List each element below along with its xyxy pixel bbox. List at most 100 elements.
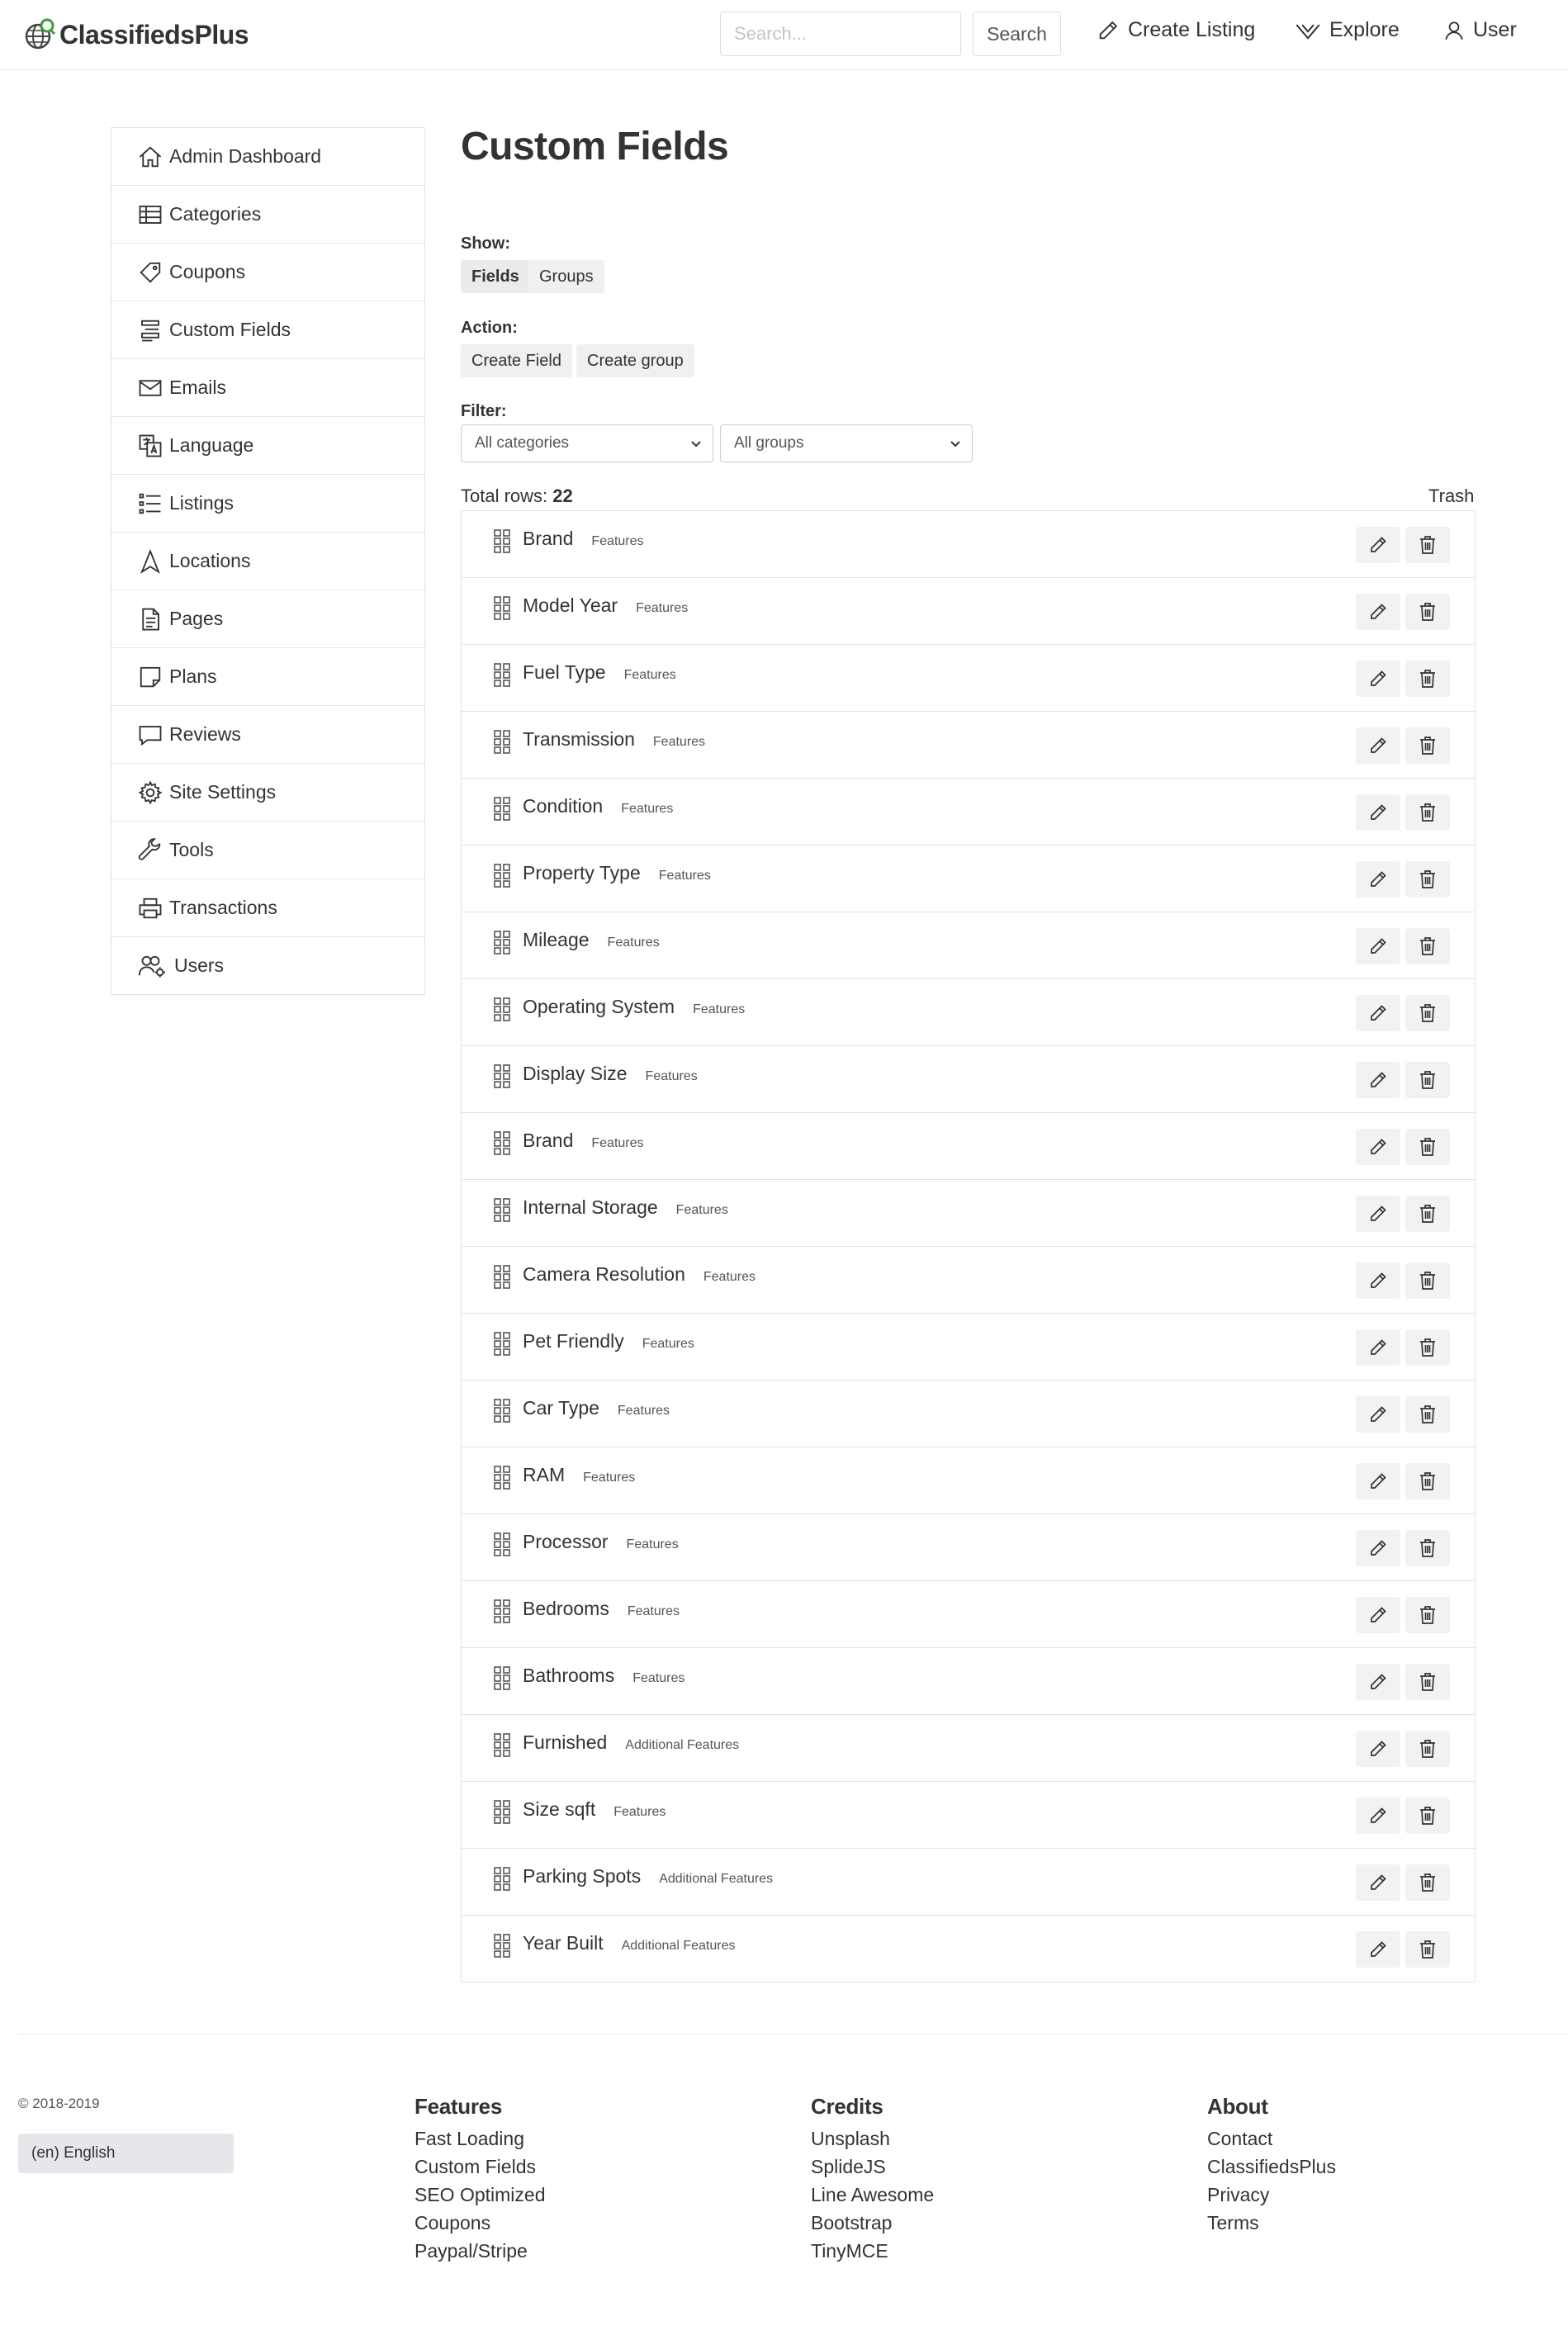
- footer-link[interactable]: Terms: [1207, 2209, 1336, 2237]
- create-group-button[interactable]: Create group: [576, 344, 694, 377]
- drag-handle-icon[interactable]: [493, 997, 511, 1021]
- sidebar-item-transactions[interactable]: Transactions: [111, 879, 424, 937]
- delete-field-button[interactable]: [1405, 1129, 1450, 1165]
- drag-handle-icon[interactable]: [493, 1732, 511, 1757]
- footer-link[interactable]: Line Awesome: [811, 2181, 934, 2209]
- sidebar-item-tools[interactable]: Tools: [111, 822, 424, 879]
- drag-handle-icon[interactable]: [493, 1465, 511, 1490]
- show-groups-tab[interactable]: Groups: [528, 260, 604, 293]
- drag-handle-icon[interactable]: [493, 930, 511, 954]
- sidebar-item-reviews[interactable]: Reviews: [111, 706, 424, 764]
- show-fields-tab[interactable]: Fields: [461, 260, 530, 293]
- sidebar-item-admin-dashboard[interactable]: Admin Dashboard: [111, 128, 424, 186]
- footer-link[interactable]: Fast Loading: [415, 2124, 546, 2153]
- sidebar-item-emails[interactable]: Emails: [111, 359, 424, 417]
- delete-field-button[interactable]: [1405, 727, 1450, 764]
- sidebar-item-users[interactable]: Users: [111, 937, 424, 994]
- edit-field-button[interactable]: [1356, 1597, 1400, 1633]
- sidebar-item-listings[interactable]: Listings: [111, 475, 424, 533]
- delete-field-button[interactable]: [1405, 1798, 1450, 1834]
- drag-handle-icon[interactable]: [493, 1933, 511, 1958]
- edit-field-button[interactable]: [1356, 1396, 1400, 1433]
- delete-field-button[interactable]: [1405, 1062, 1450, 1098]
- edit-field-button[interactable]: [1356, 1262, 1400, 1299]
- delete-field-button[interactable]: [1405, 1597, 1450, 1633]
- footer-link[interactable]: ClassifiedsPlus: [1207, 2153, 1336, 2181]
- drag-handle-icon[interactable]: [493, 528, 511, 553]
- delete-field-button[interactable]: [1405, 661, 1450, 697]
- drag-handle-icon[interactable]: [493, 1599, 511, 1623]
- edit-field-button[interactable]: [1356, 1129, 1400, 1165]
- delete-field-button[interactable]: [1405, 1262, 1450, 1299]
- edit-field-button[interactable]: [1356, 1798, 1400, 1834]
- drag-handle-icon[interactable]: [493, 1398, 511, 1423]
- edit-field-button[interactable]: [1356, 1931, 1400, 1968]
- sidebar-item-language[interactable]: Language: [111, 417, 424, 475]
- user-menu[interactable]: User: [1443, 18, 1517, 42]
- drag-handle-icon[interactable]: [493, 595, 511, 620]
- create-field-button[interactable]: Create Field: [461, 344, 572, 377]
- delete-field-button[interactable]: [1405, 861, 1450, 898]
- drag-handle-icon[interactable]: [493, 1866, 511, 1891]
- footer-link[interactable]: SEO Optimized: [415, 2181, 546, 2209]
- edit-field-button[interactable]: [1356, 527, 1400, 563]
- drag-handle-icon[interactable]: [493, 1130, 511, 1155]
- drag-handle-icon[interactable]: [493, 863, 511, 888]
- explore-link[interactable]: Explore: [1295, 18, 1400, 42]
- group-filter-select[interactable]: All groups: [720, 424, 973, 462]
- footer-link[interactable]: TinyMCE: [811, 2237, 934, 2265]
- drag-handle-icon[interactable]: [493, 1264, 511, 1289]
- sidebar-item-plans[interactable]: Plans: [111, 648, 424, 706]
- delete-field-button[interactable]: [1405, 1864, 1450, 1901]
- sidebar-item-coupons[interactable]: Coupons: [111, 244, 424, 301]
- delete-field-button[interactable]: [1405, 1664, 1450, 1700]
- category-filter-select[interactable]: All categories: [461, 424, 713, 462]
- edit-field-button[interactable]: [1356, 1062, 1400, 1098]
- edit-field-button[interactable]: [1356, 1864, 1400, 1901]
- drag-handle-icon[interactable]: [493, 662, 511, 687]
- footer-link[interactable]: Contact: [1207, 2124, 1336, 2153]
- create-listing-link[interactable]: Create Listing: [1097, 18, 1255, 42]
- drag-handle-icon[interactable]: [493, 1197, 511, 1222]
- delete-field-button[interactable]: [1405, 1731, 1450, 1767]
- sidebar-item-categories[interactable]: Categories: [111, 186, 424, 244]
- edit-field-button[interactable]: [1356, 727, 1400, 764]
- edit-field-button[interactable]: [1356, 1731, 1400, 1767]
- edit-field-button[interactable]: [1356, 594, 1400, 630]
- footer-link[interactable]: Privacy: [1207, 2181, 1336, 2209]
- delete-field-button[interactable]: [1405, 1396, 1450, 1433]
- footer-link[interactable]: Custom Fields: [415, 2153, 546, 2181]
- drag-handle-icon[interactable]: [493, 1331, 511, 1356]
- footer-link[interactable]: SplideJS: [811, 2153, 934, 2181]
- edit-field-button[interactable]: [1356, 928, 1400, 964]
- sidebar-item-locations[interactable]: Locations: [111, 533, 424, 590]
- edit-field-button[interactable]: [1356, 794, 1400, 831]
- delete-field-button[interactable]: [1405, 928, 1450, 964]
- footer-link[interactable]: Unsplash: [811, 2124, 934, 2153]
- drag-handle-icon[interactable]: [493, 1665, 511, 1690]
- edit-field-button[interactable]: [1356, 1463, 1400, 1499]
- edit-field-button[interactable]: [1356, 861, 1400, 898]
- sidebar-item-site-settings[interactable]: Site Settings: [111, 764, 424, 822]
- edit-field-button[interactable]: [1356, 995, 1400, 1031]
- drag-handle-icon[interactable]: [493, 1532, 511, 1556]
- drag-handle-icon[interactable]: [493, 1063, 511, 1088]
- delete-field-button[interactable]: [1405, 1196, 1450, 1232]
- edit-field-button[interactable]: [1356, 1530, 1400, 1566]
- sidebar-item-pages[interactable]: Pages: [111, 590, 424, 648]
- brand-logo[interactable]: ClassifiedsPlus: [23, 18, 249, 51]
- edit-field-button[interactable]: [1356, 1329, 1400, 1366]
- delete-field-button[interactable]: [1405, 1931, 1450, 1968]
- delete-field-button[interactable]: [1405, 527, 1450, 563]
- drag-handle-icon[interactable]: [493, 796, 511, 821]
- delete-field-button[interactable]: [1405, 1530, 1450, 1566]
- delete-field-button[interactable]: [1405, 1329, 1450, 1366]
- footer-link[interactable]: Coupons: [415, 2209, 546, 2237]
- footer-link[interactable]: Paypal/Stripe: [415, 2237, 546, 2265]
- trash-link[interactable]: Trash: [1428, 486, 1474, 507]
- search-button[interactable]: Search: [973, 12, 1061, 56]
- delete-field-button[interactable]: [1405, 594, 1450, 630]
- drag-handle-icon[interactable]: [493, 729, 511, 754]
- drag-handle-icon[interactable]: [493, 1799, 511, 1824]
- search-input[interactable]: [720, 12, 961, 56]
